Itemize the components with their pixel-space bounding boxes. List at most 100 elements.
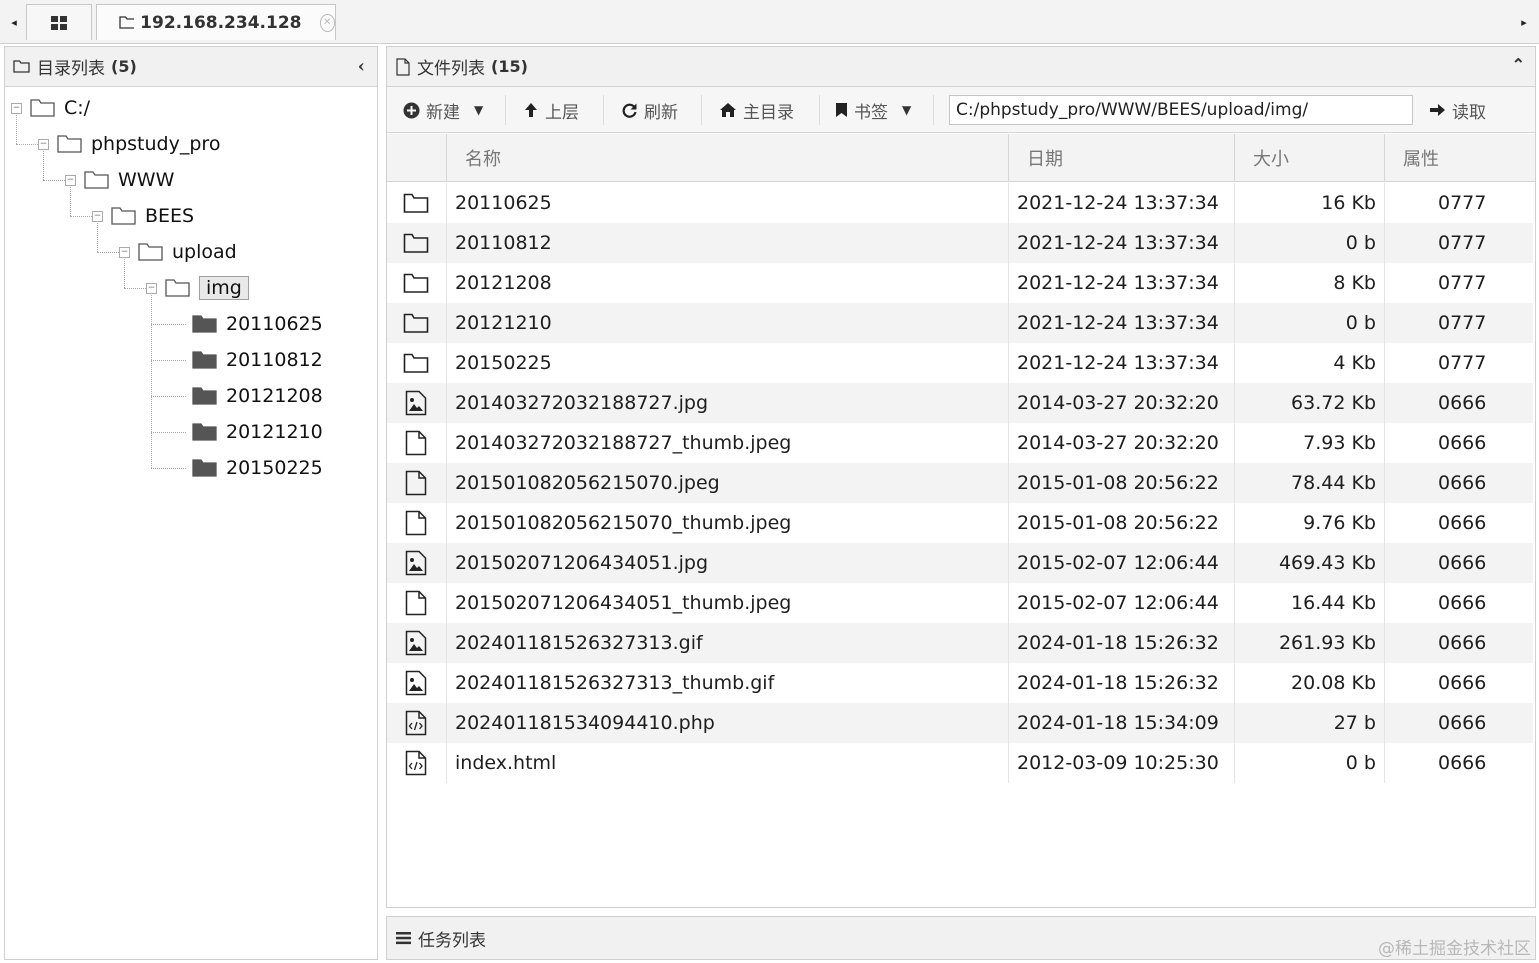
row-size: 7.93 Kb: [1234, 423, 1384, 463]
code-file-icon: [405, 710, 427, 736]
row-attr: 0666: [1384, 663, 1533, 703]
column-date[interactable]: 日期: [1008, 134, 1234, 181]
row-name[interactable]: 201403272032188727_thumb.jpeg: [446, 423, 1008, 463]
row-name[interactable]: 201502071206434051.jpg: [446, 543, 1008, 583]
chevron-up-icon[interactable]: ⌃: [1512, 55, 1525, 74]
table-row[interactable]: 20121208 2021-12-24 13:37:34 8 Kb 0777: [387, 263, 1533, 303]
file-icon: [396, 57, 410, 76]
folder-icon: [192, 423, 217, 441]
tree-node[interactable]: − WWW: [65, 165, 174, 195]
table-row[interactable]: 202401181534094410.php 2024-01-18 15:34:0…: [387, 703, 1533, 743]
tree-node[interactable]: 20110625: [173, 309, 323, 339]
tree-node[interactable]: − phpstudy_pro: [38, 129, 220, 159]
tree-connector: [16, 144, 38, 145]
row-size: 469.43 Kb: [1234, 543, 1384, 583]
tree-node[interactable]: 20110812: [173, 345, 323, 375]
tree-node[interactable]: − C:/: [11, 93, 90, 123]
tree-folder-icon-wrap: [192, 314, 218, 334]
tree-node[interactable]: 20150225: [173, 453, 323, 483]
tree-node[interactable]: 20121210: [173, 417, 323, 447]
row-icon: [387, 183, 445, 223]
table-row[interactable]: 20110812 2021-12-24 13:37:34 0 b 0777: [387, 223, 1533, 263]
row-icon: [387, 303, 445, 343]
file-icon: [405, 430, 427, 456]
row-size: 0 b: [1234, 223, 1384, 263]
row-icon: [387, 743, 445, 783]
row-name[interactable]: 201502071206434051_thumb.jpeg: [446, 583, 1008, 623]
scroll-right-button[interactable]: ▸: [1514, 4, 1534, 40]
tab-connection[interactable]: 192.168.234.128 ✕: [96, 4, 336, 40]
row-icon: [387, 343, 445, 383]
file-toolbar: 新建 ▼ 上层 刷新 主目录 书签 ▼ 读取: [387, 87, 1535, 133]
row-name[interactable]: 202401181534094410.php: [446, 703, 1008, 743]
directory-panel-header: 目录列表 (5) ‹: [5, 47, 377, 87]
tree-toggle[interactable]: −: [119, 246, 130, 258]
tree-toggle[interactable]: −: [92, 210, 103, 222]
tab-connection-label: 192.168.234.128: [140, 12, 302, 33]
row-date: 2024-01-18 15:26:32: [1008, 623, 1234, 663]
table-row[interactable]: 20150225 2021-12-24 13:37:34 4 Kb 0777: [387, 343, 1533, 383]
column-attr[interactable]: 属性: [1384, 134, 1535, 181]
row-name[interactable]: 20110625: [446, 183, 1008, 223]
tab-home[interactable]: [26, 4, 92, 40]
tree-folder-icon-wrap: [111, 206, 137, 226]
row-name[interactable]: 201501082056215070_thumb.jpeg: [446, 503, 1008, 543]
new-button[interactable]: 新建 ▼: [403, 87, 483, 133]
refresh-label: 刷新: [644, 102, 678, 123]
folder-icon: [192, 315, 217, 333]
arrow-up-icon: [525, 103, 537, 117]
row-attr: 0777: [1384, 183, 1533, 223]
column-size[interactable]: 大小: [1234, 134, 1384, 181]
table-row[interactable]: 202401181526327313_thumb.gif 2024-01-18 1…: [387, 663, 1533, 703]
refresh-button[interactable]: 刷新: [621, 87, 678, 133]
tree-toggle[interactable]: −: [65, 174, 76, 186]
table-row[interactable]: 201501082056215070.jpeg 2015-01-08 20:56:…: [387, 463, 1533, 503]
folder-open-icon: [165, 279, 190, 297]
path-input[interactable]: [949, 95, 1413, 125]
row-name[interactable]: 202401181526327313.gif: [446, 623, 1008, 663]
table-row[interactable]: 202401181526327313.gif 2024-01-18 15:26:3…: [387, 623, 1533, 663]
task-panel[interactable]: 任务列表: [386, 916, 1536, 960]
file-icon: [405, 590, 427, 616]
row-name[interactable]: 201501082056215070.jpeg: [446, 463, 1008, 503]
tree-node[interactable]: − img: [146, 273, 249, 303]
table-row[interactable]: 201502071206434051.jpg 2015-02-07 12:06:4…: [387, 543, 1533, 583]
row-name[interactable]: 202401181526327313_thumb.gif: [446, 663, 1008, 703]
row-name[interactable]: index.html: [446, 743, 1008, 783]
home-dir-button[interactable]: 主目录: [719, 87, 794, 133]
column-name[interactable]: 名称: [446, 134, 1008, 181]
row-date: 2021-12-24 13:37:34: [1008, 343, 1234, 383]
tree-toggle[interactable]: −: [38, 138, 49, 150]
file-count: (15): [491, 57, 528, 76]
read-button[interactable]: 读取: [1429, 87, 1486, 133]
table-row[interactable]: 201501082056215070_thumb.jpeg 2015-01-08 …: [387, 503, 1533, 543]
scroll-left-button[interactable]: ◂: [4, 4, 24, 40]
directory-count: (5): [111, 57, 137, 76]
table-row[interactable]: 201502071206434051_thumb.jpeg 2015-02-07 …: [387, 583, 1533, 623]
row-name[interactable]: 20110812: [446, 223, 1008, 263]
row-date: 2021-12-24 13:37:34: [1008, 263, 1234, 303]
image-file-icon: [405, 630, 427, 656]
row-name[interactable]: 20150225: [446, 343, 1008, 383]
tree-node[interactable]: 20121208: [173, 381, 323, 411]
row-date: 2015-01-08 20:56:22: [1008, 503, 1234, 543]
row-name[interactable]: 201403272032188727.jpg: [446, 383, 1008, 423]
row-name[interactable]: 20121208: [446, 263, 1008, 303]
table-row[interactable]: 201403272032188727_thumb.jpeg 2014-03-27 …: [387, 423, 1533, 463]
table-row[interactable]: 20110625 2021-12-24 13:37:34 16 Kb 0777: [387, 183, 1533, 223]
row-date: 2021-12-24 13:37:34: [1008, 183, 1234, 223]
collapse-left-icon[interactable]: ‹: [358, 56, 365, 77]
up-level-button[interactable]: 上层: [523, 87, 579, 133]
tree-connector: [43, 180, 65, 181]
row-name[interactable]: 20121210: [446, 303, 1008, 343]
tree-node[interactable]: − BEES: [92, 201, 194, 231]
table-row[interactable]: 20121210 2021-12-24 13:37:34 0 b 0777: [387, 303, 1533, 343]
bookmark-button[interactable]: 书签 ▼: [835, 87, 911, 133]
close-icon[interactable]: ✕: [319, 13, 335, 32]
tree-node[interactable]: − upload: [119, 237, 237, 267]
grid-icon: [51, 15, 67, 30]
table-row[interactable]: 201403272032188727.jpg 2014-03-27 20:32:2…: [387, 383, 1533, 423]
tree-toggle[interactable]: −: [146, 282, 157, 294]
table-row[interactable]: index.html 2012-03-09 10:25:30 0 b 0666: [387, 743, 1533, 783]
tree-toggle[interactable]: −: [11, 102, 22, 114]
